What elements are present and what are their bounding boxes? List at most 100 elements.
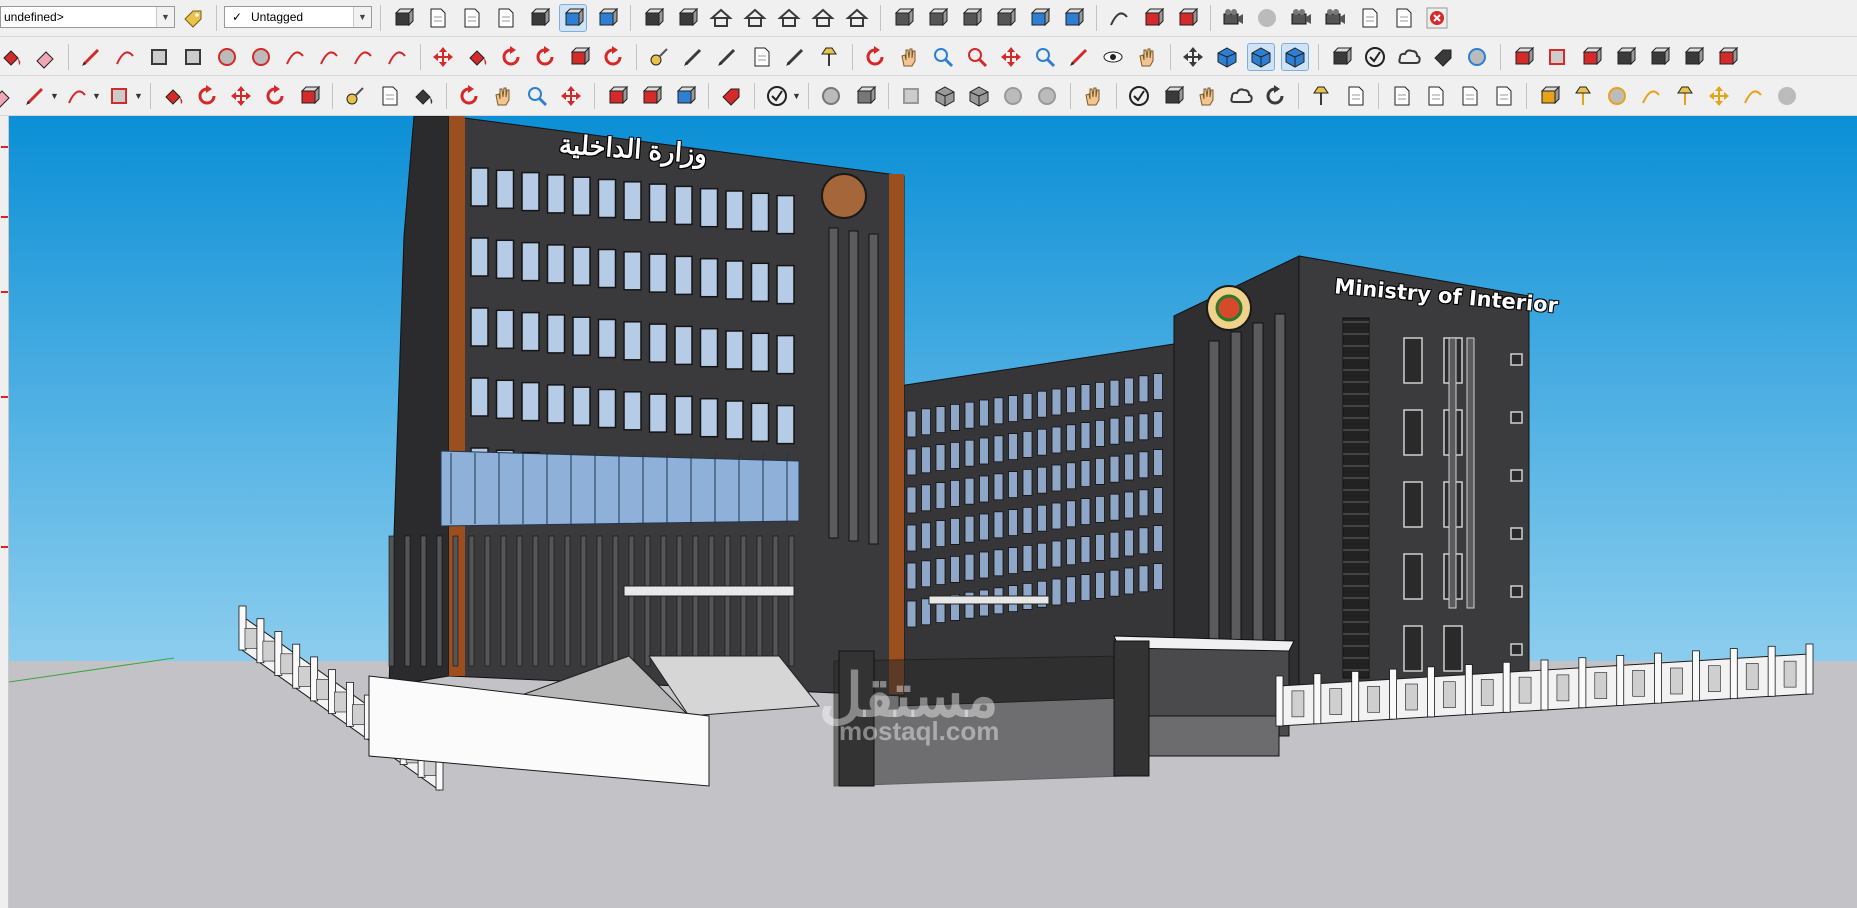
sun-icon[interactable] [1308,83,1334,109]
light-7-icon[interactable] [1740,83,1766,109]
tag-select[interactable]: ✓ Untagged ▼ [224,6,372,28]
lock-icon[interactable] [1490,83,1516,109]
arc-small-icon[interactable] [64,83,90,109]
model-viewport[interactable]: وزارة الداخلية Ministry of Interior مستق… [9,116,1857,908]
extension-warehouse-icon[interactable] [1430,44,1456,70]
zoom-extents-icon[interactable] [998,44,1024,70]
profile-icon[interactable] [764,83,790,109]
protractor-icon[interactable] [714,44,740,70]
circle-icon[interactable] [214,44,240,70]
light-3-icon[interactable] [1604,83,1630,109]
eraser-icon[interactable] [32,44,58,70]
line-icon[interactable] [78,44,104,70]
style-5-icon[interactable] [966,83,992,109]
panel-4-icon[interactable] [1456,83,1482,109]
orbit-small-icon[interactable] [456,83,482,109]
camera-1-icon[interactable] [1220,5,1246,31]
followme-icon[interactable] [1106,5,1132,31]
chevron-down-icon[interactable]: ▼ [50,91,59,101]
light-8-icon[interactable] [1774,83,1800,109]
layout-2-icon[interactable] [1390,5,1416,31]
chevron-down-icon[interactable]: ▼ [134,91,143,101]
chevron-down-icon[interactable]: ▼ [156,7,174,27]
solid-tool-5-icon[interactable] [1060,5,1086,31]
solid-tool-2-icon[interactable] [958,5,984,31]
chevron-down-icon[interactable]: ▼ [353,7,371,27]
measure-small-icon[interactable] [342,83,368,109]
push-pull-icon[interactable] [464,44,490,70]
zoom-small-icon[interactable] [524,83,550,109]
view-back-icon[interactable] [526,5,552,31]
view-iso-icon[interactable] [390,5,416,31]
freehand-icon[interactable] [112,44,138,70]
scene-select[interactable]: undefined> ▼ [0,6,175,28]
chevron-down-icon[interactable]: ▼ [92,91,101,101]
close-extension-icon[interactable] [1424,5,1450,31]
follow-me-icon[interactable] [532,44,558,70]
pan-small-icon[interactable] [490,83,516,109]
solid-tool-3-icon[interactable] [992,5,1018,31]
dimension-icon[interactable] [680,44,706,70]
section-1-icon[interactable] [674,5,700,31]
3d-text-icon[interactable] [816,44,842,70]
text-icon[interactable] [748,44,774,70]
style-7-icon[interactable] [1034,83,1060,109]
rotate-small-icon[interactable] [262,83,288,109]
zoom-window-icon[interactable] [964,44,990,70]
sandbox-3-icon[interactable] [1578,44,1604,70]
solid-tool-4-icon[interactable] [1026,5,1052,31]
axes-tool-icon[interactable] [1180,44,1206,70]
text-small-icon[interactable] [376,83,402,109]
tape-measure-icon[interactable] [646,44,672,70]
style-1-icon[interactable] [818,83,844,109]
teapot-icon[interactable] [1160,83,1186,109]
push-pull-small-icon[interactable] [160,83,186,109]
light-5-icon[interactable] [1672,83,1698,109]
share-model-icon[interactable] [1396,44,1422,70]
view-left-icon[interactable] [559,4,587,32]
sandbox-4-icon[interactable] [1612,44,1638,70]
axes-icon[interactable] [782,44,808,70]
cloud-icon[interactable] [1228,83,1254,109]
arc-icon[interactable] [282,44,308,70]
section-4-icon[interactable] [776,5,802,31]
rotate-icon[interactable] [498,44,524,70]
sync-icon[interactable] [1262,83,1288,109]
style-6-icon[interactable] [1000,83,1026,109]
interact-icon[interactable] [1080,83,1106,109]
layout-1-icon[interactable] [1356,5,1382,31]
position-camera-icon[interactable] [1066,44,1092,70]
component-1-icon[interactable] [604,83,630,109]
walk-icon[interactable] [1134,44,1160,70]
ruby-console-icon[interactable] [718,83,744,109]
sandbox-5-icon[interactable] [1646,44,1672,70]
component-2-icon[interactable] [638,83,664,109]
light-4-icon[interactable] [1638,83,1664,109]
eraser-small-icon[interactable] [0,83,14,109]
tag-color-icon[interactable] [180,5,206,31]
panel-1-icon[interactable] [1342,83,1368,109]
import-icon[interactable] [1140,5,1166,31]
sandbox-1-icon[interactable] [1510,44,1536,70]
look-around-icon[interactable] [1100,44,1126,70]
move-small-icon[interactable] [228,83,254,109]
pan-icon[interactable] [896,44,922,70]
panel-2-icon[interactable] [1388,83,1414,109]
view-top-icon[interactable] [424,5,450,31]
section-3-icon[interactable] [742,5,768,31]
previous-view-icon[interactable] [1032,44,1058,70]
line-small-icon[interactable] [22,83,48,109]
component-3-icon[interactable] [672,83,698,109]
view-right-icon[interactable] [492,5,518,31]
display-section-icon[interactable] [1247,43,1275,71]
pie-icon[interactable] [384,44,410,70]
camera-2-icon[interactable] [1254,5,1280,31]
drag-icon[interactable] [1194,83,1220,109]
sandbox-2-icon[interactable] [1544,44,1570,70]
three-point-arc-icon[interactable] [350,44,376,70]
zoom-icon[interactable] [930,44,956,70]
shape-icon[interactable] [106,83,132,109]
add-location-icon[interactable] [1362,44,1388,70]
sandbox-7-icon[interactable] [1714,44,1740,70]
section-6-icon[interactable] [844,5,870,31]
